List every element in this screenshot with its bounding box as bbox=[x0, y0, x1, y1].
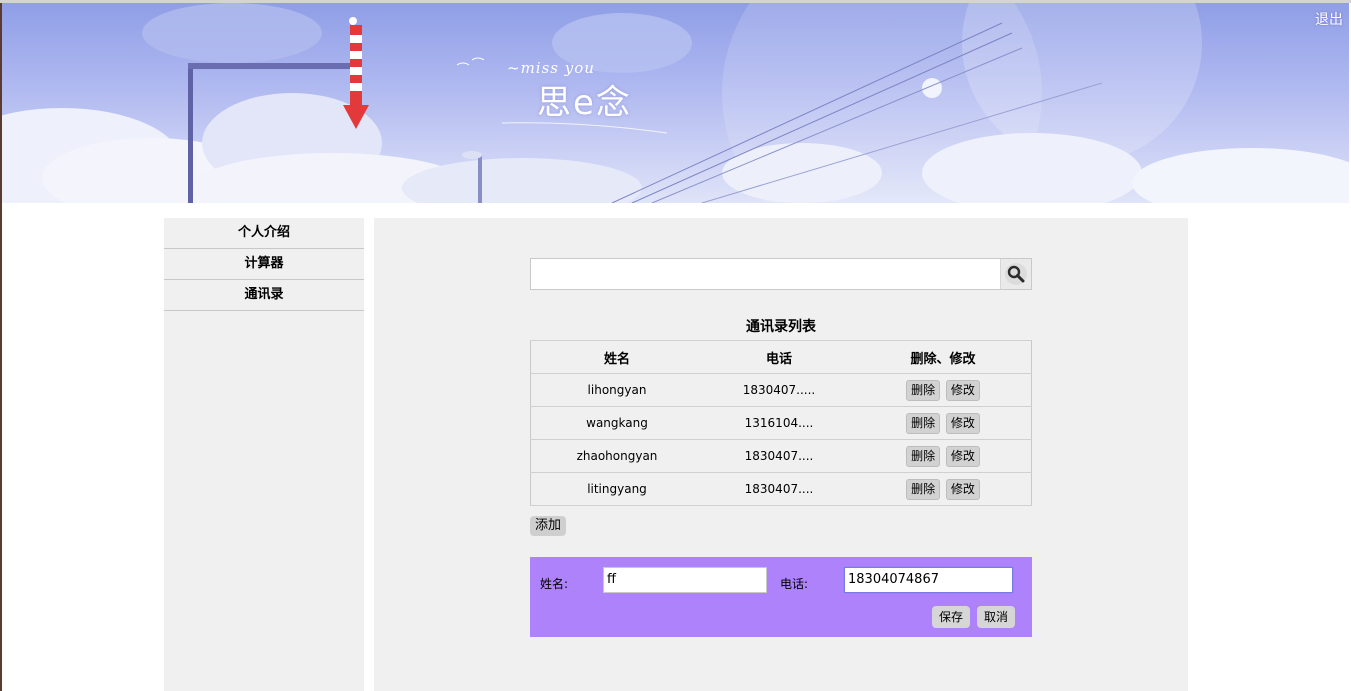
edit-button[interactable]: 修改 bbox=[945, 379, 980, 401]
table-row: litingyang 1830407.... 删除 修改 bbox=[530, 472, 1032, 506]
save-button[interactable]: 保存 bbox=[932, 606, 971, 628]
table-row: lihongyan 1830407..... 删除 修改 bbox=[530, 373, 1032, 407]
table-header-row: 姓名 电话 删除、修改 bbox=[530, 340, 1032, 374]
delete-button[interactable]: 删除 bbox=[906, 445, 941, 467]
contact-name: lihongyan bbox=[530, 373, 703, 407]
sidebar-nav: 个人介绍 计算器 通讯录 bbox=[164, 218, 364, 691]
phone-field[interactable] bbox=[844, 567, 1013, 593]
table-row: zhaohongyan 1830407.... 删除 修改 bbox=[530, 439, 1032, 473]
column-header-actions: 删除、修改 bbox=[855, 340, 1032, 374]
search-button[interactable] bbox=[1000, 259, 1031, 289]
sidebar-item-profile[interactable]: 个人介绍 bbox=[164, 218, 364, 249]
column-header-name: 姓名 bbox=[530, 340, 703, 374]
cancel-button[interactable]: 取消 bbox=[977, 606, 1016, 628]
phone-label: 电话: bbox=[780, 577, 809, 591]
column-header-phone: 电话 bbox=[703, 340, 855, 374]
edit-button[interactable]: 修改 bbox=[945, 478, 980, 500]
edit-button[interactable]: 修改 bbox=[945, 412, 980, 434]
delete-button[interactable]: 删除 bbox=[906, 478, 941, 500]
name-field[interactable] bbox=[603, 567, 767, 593]
contacts-list-title: 通讯录列表 bbox=[746, 319, 816, 335]
row-actions: 删除 修改 bbox=[855, 472, 1032, 506]
delete-button[interactable]: 删除 bbox=[906, 412, 941, 434]
contact-name: wangkang bbox=[530, 406, 703, 440]
contact-edit-form: 姓名: 电话: 保存 取消 bbox=[530, 557, 1032, 637]
delete-button[interactable]: 删除 bbox=[906, 379, 941, 401]
row-actions: 删除 修改 bbox=[855, 406, 1032, 440]
search-input[interactable] bbox=[531, 259, 1003, 287]
contact-phone: 1830407.... bbox=[703, 472, 855, 506]
add-contact-button[interactable]: 添加 bbox=[530, 516, 567, 536]
sidebar-item-contacts[interactable]: 通讯录 bbox=[164, 280, 364, 311]
header-banner: ~miss you 思e念 退出 bbox=[2, 3, 1349, 203]
sky-illustration bbox=[2, 3, 1349, 203]
magnifier-icon bbox=[1005, 263, 1027, 285]
contact-name: zhaohongyan bbox=[530, 439, 703, 473]
contact-phone: 1830407..... bbox=[703, 373, 855, 407]
contacts-table: 姓名 电话 删除、修改 lihongyan 1830407..... 删除 修改… bbox=[530, 340, 1032, 506]
logout-link[interactable]: 退出 bbox=[1315, 9, 1343, 29]
table-row: wangkang 1316104.... 删除 修改 bbox=[530, 406, 1032, 440]
search-bar bbox=[530, 258, 1032, 290]
main-content: 通讯录列表 姓名 电话 删除、修改 lihongyan 1830407.....… bbox=[374, 218, 1188, 691]
row-actions: 删除 修改 bbox=[855, 439, 1032, 473]
contact-name: litingyang bbox=[530, 472, 703, 506]
contact-phone: 1316104.... bbox=[703, 406, 855, 440]
row-actions: 删除 修改 bbox=[855, 373, 1032, 407]
contact-phone: 1830407.... bbox=[703, 439, 855, 473]
name-label: 姓名: bbox=[540, 577, 569, 591]
logo-text: 思e念 bbox=[537, 83, 632, 123]
edit-button[interactable]: 修改 bbox=[945, 445, 980, 467]
sidebar-item-calculator[interactable]: 计算器 bbox=[164, 249, 364, 280]
